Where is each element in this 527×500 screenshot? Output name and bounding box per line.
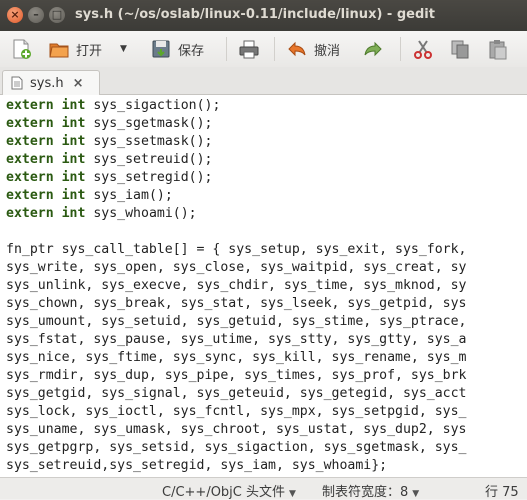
- keyword-int: int: [61, 188, 86, 203]
- new-document-icon: [10, 38, 32, 60]
- window-title: sys.h (~/os/oslab/linux-0.11/include/lin…: [75, 7, 435, 22]
- save-button[interactable]: 保存: [150, 36, 204, 62]
- code-text: sys_uname, sys_umask, sys_chroot, sys_us…: [6, 422, 467, 437]
- minimize-window-icon[interactable]: –: [28, 7, 44, 23]
- code-line[interactable]: sys_lock, sys_ioctl, sys_fcntl, sys_mpx,…: [6, 403, 467, 421]
- text-editor[interactable]: extern int sys_sigaction(); extern int sy…: [0, 95, 527, 477]
- code-line[interactable]: sys_getgid, sys_signal, sys_geteuid, sys…: [6, 385, 467, 403]
- keyword-extern: extern: [6, 170, 54, 185]
- open-label: 打开: [76, 43, 103, 59]
- code-text: sys_getpgrp, sys_setsid, sys_sigaction, …: [6, 440, 467, 455]
- code-line[interactable]: sys_uname, sys_umask, sys_chroot, sys_us…: [6, 421, 467, 439]
- code-line[interactable]: fn_ptr sys_call_table[] = { sys_setup, s…: [6, 241, 467, 259]
- toolbar-separator: [400, 37, 401, 61]
- code-line[interactable]: sys_umount, sys_setuid, sys_getuid, sys_…: [6, 313, 467, 331]
- keyword-int: int: [61, 170, 86, 185]
- code-line[interactable]: extern int sys_iam();: [6, 187, 467, 205]
- code-text: sys_setregid();: [85, 170, 213, 185]
- code-text: sys_write, sys_open, sys_close, sys_wait…: [6, 260, 467, 275]
- tab-bar: sys.h ×: [0, 67, 527, 95]
- code-line[interactable]: [6, 223, 467, 241]
- code-text: sys_nice, sys_ftime, sys_sync, sys_kill,…: [6, 350, 467, 365]
- code-line[interactable]: sys_write, sys_open, sys_close, sys_wait…: [6, 259, 467, 277]
- keyword-extern: extern: [6, 116, 54, 131]
- new-document-button[interactable]: [10, 36, 32, 62]
- close-tab-icon[interactable]: ×: [73, 76, 84, 91]
- language-selector[interactable]: C/C++/ObjC 头文件 ▼: [162, 481, 296, 500]
- code-text: sys_setreuid,sys_setregid, sys_iam, sys_…: [6, 458, 388, 473]
- status-bar: C/C++/ObjC 头文件 ▼ 制表符宽度：8 ▼ 行 75: [0, 477, 527, 500]
- cursor-position: 行 75: [485, 485, 519, 500]
- code-line[interactable]: extern int sys_setregid();: [6, 169, 467, 187]
- tab-width-selector[interactable]: 制表符宽度：8 ▼: [322, 481, 419, 500]
- code-text: sys_lock, sys_ioctl, sys_fcntl, sys_mpx,…: [6, 404, 467, 419]
- redo-button[interactable]: [362, 36, 384, 62]
- code-line[interactable]: sys_setreuid,sys_setregid, sys_iam, sys_…: [6, 457, 467, 475]
- open-folder-icon: [48, 38, 70, 60]
- code-text: sys_getgid, sys_signal, sys_geteuid, sys…: [6, 386, 467, 401]
- code-content[interactable]: extern int sys_sigaction(); extern int sy…: [6, 97, 467, 475]
- text-file-icon: [11, 76, 23, 90]
- code-text: sys_ssetmask();: [85, 134, 213, 149]
- code-line[interactable]: sys_getpgrp, sys_setsid, sys_sigaction, …: [6, 439, 467, 457]
- open-dropdown-icon[interactable]: ▼: [120, 44, 127, 54]
- undo-arrow-icon: [286, 38, 308, 60]
- keyword-extern: extern: [6, 206, 54, 221]
- code-text: sys_umount, sys_setuid, sys_getuid, sys_…: [6, 314, 467, 329]
- code-text: sys_sgetmask();: [85, 116, 213, 131]
- code-line[interactable]: sys_fstat, sys_pause, sys_utime, sys_stt…: [6, 331, 467, 349]
- copy-icon: [449, 38, 471, 60]
- tab-label: sys.h: [30, 75, 64, 91]
- code-line[interactable]: sys_rmdir, sys_dup, sys_pipe, sys_times,…: [6, 367, 467, 385]
- print-button[interactable]: [238, 36, 260, 62]
- keyword-extern: extern: [6, 188, 54, 203]
- keyword-int: int: [61, 98, 86, 113]
- copy-button[interactable]: [449, 36, 471, 62]
- code-text: sys_setreuid();: [85, 152, 213, 167]
- keyword-int: int: [61, 152, 86, 167]
- code-line[interactable]: sys_nice, sys_ftime, sys_sync, sys_kill,…: [6, 349, 467, 367]
- toolbar-separator: [226, 37, 227, 61]
- keyword-int: int: [61, 134, 86, 149]
- code-text: sys_whoami();: [85, 206, 197, 221]
- code-line[interactable]: extern int sys_ssetmask();: [6, 133, 467, 151]
- redo-arrow-icon: [362, 38, 384, 60]
- code-text: fn_ptr sys_call_table[] = { sys_setup, s…: [6, 242, 467, 257]
- code-line[interactable]: sys_unlink, sys_execve, sys_chdir, sys_t…: [6, 277, 467, 295]
- code-text: sys_iam();: [85, 188, 173, 203]
- keyword-extern: extern: [6, 152, 54, 167]
- keyword-int: int: [61, 206, 86, 221]
- code-text: sys_sigaction();: [85, 98, 221, 113]
- code-line[interactable]: extern int sys_whoami();: [6, 205, 467, 223]
- toolbar-separator: [274, 37, 275, 61]
- paste-button[interactable]: [486, 36, 508, 62]
- code-text: sys_unlink, sys_execve, sys_chdir, sys_t…: [6, 278, 467, 293]
- code-line[interactable]: extern int sys_sgetmask();: [6, 115, 467, 133]
- save-icon: [150, 38, 172, 60]
- code-text: sys_fstat, sys_pause, sys_utime, sys_stt…: [6, 332, 467, 347]
- keyword-extern: extern: [6, 134, 54, 149]
- title-bar: × – □ sys.h (~/os/oslab/linux-0.11/inclu…: [0, 0, 527, 31]
- save-label: 保存: [178, 43, 205, 59]
- scissors-icon: [412, 38, 434, 60]
- code-line[interactable]: extern int sys_sigaction();: [6, 97, 467, 115]
- tab-sys-h[interactable]: sys.h ×: [2, 70, 100, 95]
- keyword-int: int: [61, 116, 86, 131]
- close-window-icon[interactable]: ×: [7, 7, 23, 23]
- undo-button[interactable]: 撤消: [286, 36, 340, 62]
- maximize-window-icon[interactable]: □: [49, 7, 65, 23]
- paste-icon: [486, 38, 508, 60]
- keyword-extern: extern: [6, 98, 54, 113]
- toolbar: 打开 ▼ 保存 撤消: [0, 31, 527, 68]
- code-line[interactable]: sys_chown, sys_break, sys_stat, sys_lsee…: [6, 295, 467, 313]
- code-text: sys_rmdir, sys_dup, sys_pipe, sys_times,…: [6, 368, 467, 383]
- code-text: sys_chown, sys_break, sys_stat, sys_lsee…: [6, 296, 467, 311]
- printer-icon: [238, 38, 260, 60]
- cut-button[interactable]: [412, 36, 434, 62]
- open-button[interactable]: 打开 ▼: [48, 36, 127, 62]
- undo-label: 撤消: [314, 43, 341, 59]
- code-line[interactable]: extern int sys_setreuid();: [6, 151, 467, 169]
